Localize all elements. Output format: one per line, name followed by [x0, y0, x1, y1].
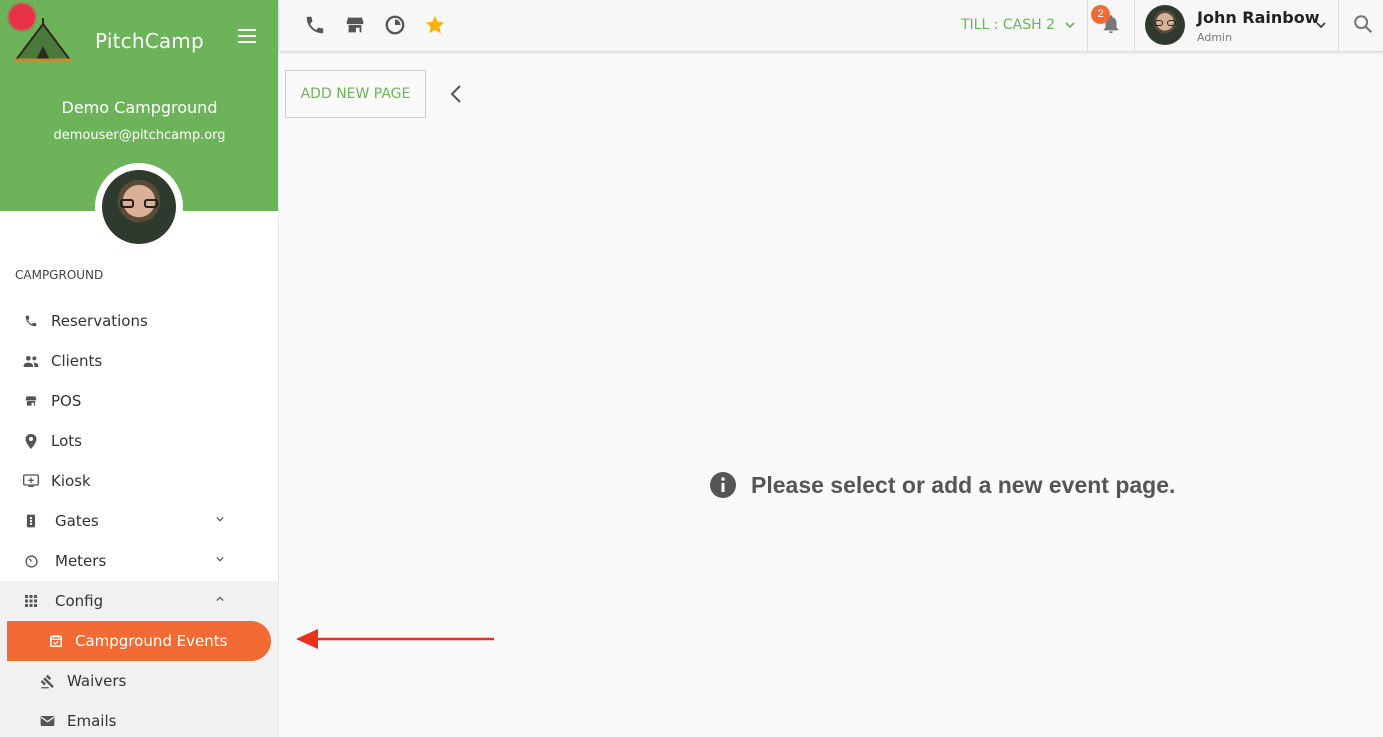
sidebar-item-reservations[interactable]: Reservations [0, 301, 278, 341]
add-new-page-button[interactable]: ADD NEW PAGE [285, 70, 426, 118]
sidebar-item-config[interactable]: Config [0, 581, 278, 621]
sidebar-item-label: Lots [51, 432, 82, 450]
sidebar-item-waivers[interactable]: Waivers [0, 661, 278, 701]
mail-icon [39, 713, 55, 729]
divider [1087, 0, 1088, 52]
sidebar-item-label: Waivers [67, 672, 127, 690]
chevron-down-icon[interactable] [1316, 20, 1326, 30]
calendar-icon [48, 633, 64, 649]
sidebar-item-clients[interactable]: Clients [0, 341, 278, 381]
sidebar-item-kiosk[interactable]: Kiosk [0, 461, 278, 501]
campground-name: Demo Campground [61, 98, 218, 117]
sidebar-item-label: Meters [55, 552, 107, 570]
active-item-pill[interactable]: Campground Events [7, 621, 271, 661]
recording-indicator [9, 4, 35, 30]
sidebar-nav: Reservations Clients POS Lots Kiosk Gate… [0, 301, 278, 737]
sidebar-item-emails[interactable]: Emails [0, 701, 278, 737]
chevron-down-icon[interactable] [216, 515, 224, 523]
phone-icon[interactable] [304, 14, 326, 36]
sidebar-item-label: Emails [67, 712, 117, 730]
sidebar-item-meters[interactable]: Meters [0, 541, 278, 581]
sidebar: PitchCamp Demo Campground demouser@pitch… [0, 0, 279, 737]
people-icon [23, 353, 39, 369]
store-icon[interactable] [344, 14, 366, 36]
user-name[interactable]: John Rainbow [1197, 8, 1320, 27]
sidebar-item-label: Campground Events [75, 632, 228, 650]
kiosk-icon [23, 473, 39, 489]
campground-email: demouser@pitchcamp.org [53, 128, 226, 143]
annotation-arrow [296, 629, 494, 649]
sidebar-item-campground-events[interactable]: Campground Events [0, 621, 278, 661]
sidebar-item-gates[interactable]: Gates [0, 501, 278, 541]
chevron-up-icon[interactable] [216, 595, 224, 603]
gavel-icon [39, 673, 55, 689]
timer-icon[interactable] [384, 14, 406, 36]
sidebar-item-label: Gates [55, 512, 99, 530]
phone-icon [23, 313, 39, 329]
brand-name: PitchCamp [95, 29, 204, 53]
chevron-down-icon[interactable] [216, 555, 224, 563]
section-title-campground: CAMPGROUND [15, 268, 104, 282]
till-selector[interactable]: TILL : CASH 2 [961, 17, 1055, 33]
empty-state: Please select or add a new event page. [709, 471, 1175, 499]
user-role: Admin [1197, 31, 1233, 44]
map-pin-icon [23, 433, 39, 449]
divider [1338, 0, 1339, 52]
chevron-left-icon[interactable] [445, 82, 469, 106]
sidebar-item-label: Clients [51, 352, 103, 370]
profile-avatar [95, 163, 183, 251]
user-avatar[interactable] [1145, 5, 1185, 45]
sidebar-item-lots[interactable]: Lots [0, 421, 278, 461]
divider [1134, 0, 1135, 52]
search-icon[interactable] [1352, 13, 1374, 35]
meter-icon [23, 553, 39, 569]
empty-state-message: Please select or add a new event page. [751, 471, 1176, 498]
star-icon[interactable] [424, 14, 446, 36]
store-icon [23, 393, 39, 409]
hamburger-menu-icon[interactable] [234, 25, 260, 47]
sidebar-item-label: Reservations [51, 312, 148, 330]
notification-badge: 2 [1091, 5, 1110, 24]
sidebar-item-pos[interactable]: POS [0, 381, 278, 421]
grid-icon [23, 593, 39, 609]
gate-icon [23, 513, 39, 529]
top-bar: TILL : CASH 2 2 John Rainbow Admin [280, 0, 1383, 52]
chevron-down-icon[interactable] [1065, 20, 1075, 30]
sidebar-item-label: Config [55, 592, 104, 610]
sidebar-item-label: POS [51, 392, 82, 410]
sidebar-item-label: Kiosk [51, 472, 91, 490]
info-icon [710, 472, 736, 498]
